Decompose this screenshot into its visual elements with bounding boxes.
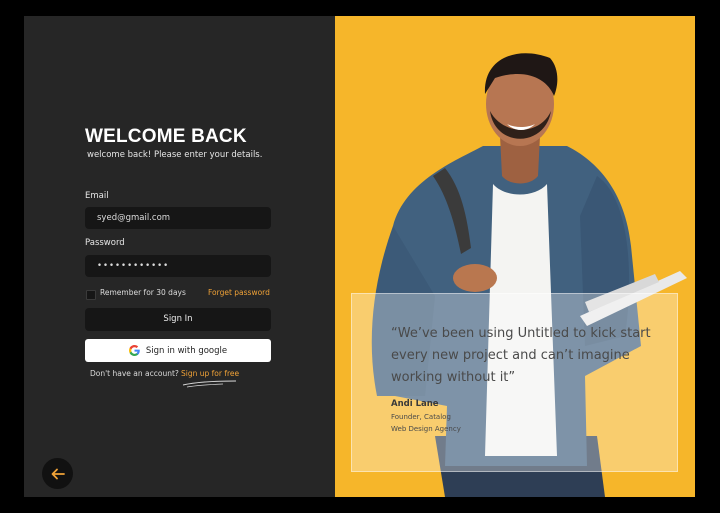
google-button-label: Sign in with google <box>145 345 228 356</box>
email-label: Email <box>85 191 109 201</box>
google-sign-in-button[interactable]: Sign in with google <box>85 339 271 362</box>
remember-label: Remember for 30 days <box>100 288 186 297</box>
login-page: WELCOME BACK welcome back! Please enter … <box>24 16 695 497</box>
remember-checkbox[interactable] <box>86 290 96 300</box>
sign-in-button[interactable]: Sign In <box>85 308 271 331</box>
testimonial-quote: “We’ve been using Untitled to kick start… <box>391 326 651 385</box>
google-logo-icon <box>128 345 140 356</box>
hero-panel: “We’ve been using Untitled to kick start… <box>335 16 695 497</box>
email-field[interactable]: syed@gmail.com <box>85 207 271 229</box>
page-title: WELCOME BACK <box>85 126 247 147</box>
signup-underline-decoration <box>182 380 237 388</box>
testimonial-company: Web Design Agency <box>391 425 461 433</box>
sign-up-link[interactable]: Sign up for free <box>181 369 239 378</box>
password-label: Password <box>85 238 125 248</box>
back-button[interactable] <box>42 458 73 489</box>
arrow-left-icon <box>51 468 65 479</box>
login-panel: WELCOME BACK welcome back! Please enter … <box>24 16 335 497</box>
testimonial-card: “We’ve been using Untitled to kick start… <box>351 293 678 472</box>
testimonial-role: Founder, Catalog <box>391 413 451 421</box>
testimonial-author: Andi Lane <box>391 399 439 409</box>
password-field[interactable]: •••••••••••• <box>85 255 271 277</box>
forgot-password-link[interactable]: Forget password <box>208 288 270 297</box>
no-account-text: Don't have an account? <box>90 369 179 378</box>
page-subtitle: welcome back! Please enter your details. <box>87 150 263 160</box>
